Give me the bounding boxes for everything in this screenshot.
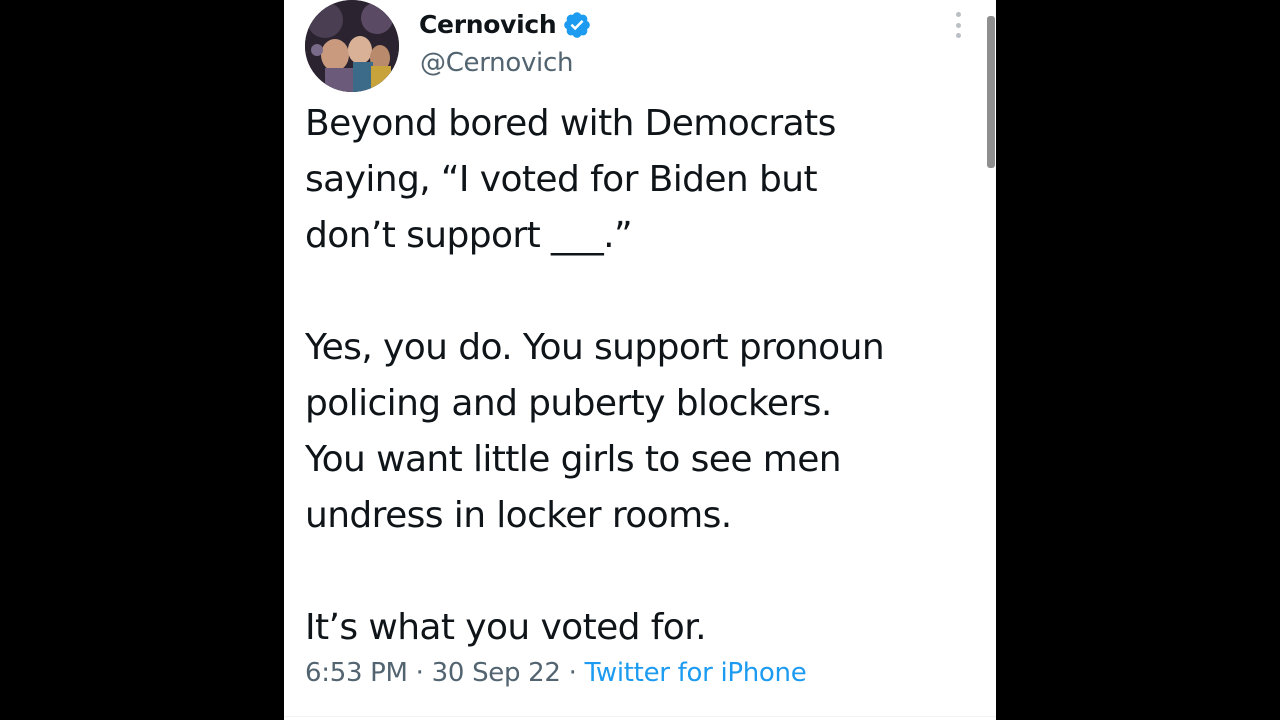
meta-separator: · bbox=[415, 658, 424, 688]
author-name-row: Cernovich bbox=[419, 4, 592, 44]
verified-badge-icon bbox=[564, 12, 591, 38]
tweet-line: policing and puberty blockers. bbox=[305, 383, 832, 424]
avatar-photo bbox=[305, 0, 399, 92]
tweet-time[interactable]: 6:53 PM bbox=[305, 658, 408, 688]
meta-separator: · bbox=[568, 658, 577, 688]
divider bbox=[284, 716, 996, 717]
more-dot bbox=[955, 22, 961, 28]
author-display-name[interactable]: Cernovich bbox=[419, 10, 557, 39]
tweet-line: Beyond bored with Democrats bbox=[305, 103, 836, 144]
tweet-line: don’t support ___.” bbox=[305, 215, 633, 256]
tweet-date[interactable]: 30 Sep 22 bbox=[432, 658, 561, 688]
scrollbar-thumb[interactable] bbox=[987, 16, 995, 168]
tweet-line: You want little girls to see men bbox=[305, 439, 842, 480]
author-avatar[interactable] bbox=[305, 0, 399, 92]
tweet-meta: 6:53 PM · 30 Sep 22 · Twitter for iPhone bbox=[305, 658, 807, 688]
tweet-card: Cernovich @Cernovich Beyond bored with D… bbox=[284, 0, 996, 720]
tweet-line: It’s what you voted for. bbox=[305, 607, 707, 648]
tweet-line: undress in locker rooms. bbox=[305, 495, 732, 536]
more-dot bbox=[955, 12, 961, 17]
tweet-line: Yes, you do. You support pronoun bbox=[305, 327, 885, 368]
more-options-icon[interactable] bbox=[952, 12, 964, 38]
video-frame: Cernovich @Cernovich Beyond bored with D… bbox=[0, 0, 1280, 720]
tweet-line: saying, “I voted for Biden but bbox=[305, 159, 818, 200]
tweet-source-link[interactable]: Twitter for iPhone bbox=[585, 658, 807, 688]
more-dot bbox=[955, 33, 961, 38]
tweet-body: Beyond bored with Democrats saying, “I v… bbox=[305, 96, 977, 656]
author-handle[interactable]: @Cernovich bbox=[420, 48, 573, 78]
